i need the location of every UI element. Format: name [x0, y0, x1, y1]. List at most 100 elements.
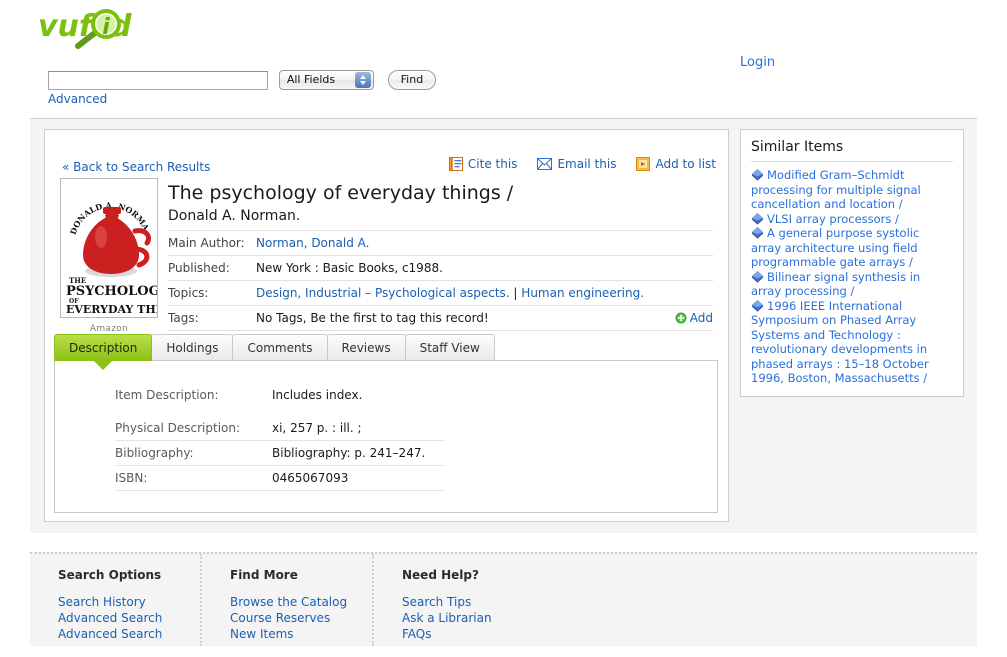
meta-label-published: Published:: [168, 255, 256, 281]
similar-items-title: Similar Items: [751, 139, 953, 162]
list-item[interactable]: VLSI array processors /: [751, 212, 953, 227]
meta-label-main-author: Main Author:: [168, 230, 256, 256]
diamond-icon: [752, 270, 763, 283]
table-row: Tags: No Tags, Be the first to tag this …: [168, 305, 713, 331]
table-row: Bibliography: Bibliography: p. 241–247.: [115, 440, 445, 466]
cite-this-label: Cite this: [467, 157, 518, 171]
svg-text:i: i: [102, 15, 110, 40]
cite-icon: [448, 157, 463, 171]
desc-value-isbn: 0465067093: [272, 465, 445, 491]
book-cover-art: DONALD A. NORMAN THE PSYCHOLOGY OF EVERY…: [61, 179, 157, 317]
vufind-logo-icon: vuf d i: [38, 9, 132, 49]
table-row: Main Author: Norman, Donald A.: [168, 230, 713, 256]
search-field-select[interactable]: All Fields: [278, 70, 374, 90]
similar-item-label: Bilinear signal synthesis in array proce…: [751, 269, 921, 299]
footer-link-advanced-search-1[interactable]: Advanced Search: [58, 610, 200, 626]
meta-value-main-author[interactable]: Norman, Donald A.: [256, 236, 369, 250]
list-item[interactable]: Modified Gram–Schmidt processing for mul…: [751, 168, 953, 212]
title-block: The psychology of everyday things / Dona…: [168, 182, 713, 226]
search-bar: All Fields Find: [48, 70, 437, 90]
table-row: Physical Description: xi, 257 p. : ill. …: [115, 416, 445, 441]
meta-value-tags: No Tags, Be the first to tag this record…: [256, 311, 489, 325]
page-footer: Search Options Search History Advanced S…: [30, 552, 977, 646]
meta-label-topics: Topics:: [168, 280, 256, 306]
footer-link-search-tips[interactable]: Search Tips: [402, 594, 546, 610]
meta-value-published: New York : Basic Books, c1988.: [256, 255, 713, 281]
similar-item-label: VLSI array processors /: [767, 211, 899, 226]
diamond-icon: [752, 299, 763, 312]
chevron-updown-icon: [354, 72, 371, 88]
email-this-button[interactable]: Email this: [537, 157, 616, 171]
similar-item-label: 1996 IEEE International Symposium on Pha…: [751, 298, 929, 386]
desc-label-bibliography: Bibliography:: [115, 440, 272, 466]
list-item[interactable]: Bilinear signal synthesis in array proce…: [751, 270, 953, 299]
desc-label-item-description: Item Description:: [115, 388, 219, 402]
desc-value-item-description: Includes index.: [272, 388, 363, 402]
similar-item-label: Modified Gram–Schmidt processing for mul…: [751, 168, 921, 211]
desc-value-physical-description: xi, 257 p. : ill. ;: [272, 416, 445, 441]
login-link[interactable]: Login: [740, 55, 775, 70]
footer-heading: Need Help?: [402, 568, 479, 582]
email-this-label: Email this: [557, 157, 617, 171]
tab-description[interactable]: Description: [54, 334, 153, 361]
add-tag-link[interactable]: Add: [690, 311, 713, 325]
footer-link-ask-a-librarian[interactable]: Ask a Librarian: [402, 610, 546, 626]
desc-label-isbn: ISBN:: [115, 465, 272, 491]
page-header: vuf d i All Fields Find Advanced Login: [0, 0, 1007, 118]
meta-label-tags: Tags:: [168, 305, 256, 331]
tab-comments[interactable]: Comments: [232, 334, 328, 361]
list-item[interactable]: A general purpose systolic array archite…: [751, 226, 953, 270]
svg-text:EVERYDAY THINGS: EVERYDAY THINGS: [66, 303, 157, 316]
table-row: Item Description: Includes index.: [115, 383, 445, 416]
advanced-search-link[interactable]: Advanced: [48, 92, 107, 106]
footer-heading: Search Options: [58, 568, 162, 582]
diamond-icon: [752, 212, 763, 225]
search-field-selected-label: All Fields: [286, 73, 336, 86]
footer-link-search-history[interactable]: Search History: [58, 594, 200, 610]
list-item[interactable]: 1996 IEEE International Symposium on Pha…: [751, 299, 953, 386]
add-to-list-icon: [636, 157, 651, 171]
find-button[interactable]: Find: [387, 70, 437, 90]
footer-link-browse-the-catalog[interactable]: Browse the Catalog: [230, 594, 372, 610]
cover-box: DONALD A. NORMAN THE PSYCHOLOGY OF EVERY…: [53, 178, 165, 334]
cover-credit: Amazon: [89, 324, 129, 334]
footer-link-faqs[interactable]: FAQs: [402, 626, 546, 642]
diamond-icon: [752, 169, 763, 181]
footer-link-advanced-search-2[interactable]: Advanced Search: [58, 626, 200, 642]
topic-link-human-engineering[interactable]: Human engineering.: [521, 286, 644, 300]
cite-this-button[interactable]: Cite this: [448, 157, 518, 171]
tab-panel-description: Item Description: Includes index. Physic…: [54, 360, 718, 513]
page-title: The psychology of everyday things /: [168, 182, 514, 204]
desc-value-bibliography: Bibliography: p. 241–247.: [272, 440, 445, 466]
topic-separator: |: [513, 286, 518, 300]
book-cover-image[interactable]: DONALD A. NORMAN THE PSYCHOLOGY OF EVERY…: [60, 178, 158, 318]
add-to-list-button[interactable]: Add to list: [636, 157, 716, 171]
footer-column-search-options: Search Options Search History Advanced S…: [30, 554, 202, 646]
footer-link-course-reserves[interactable]: Course Reserves: [230, 610, 372, 626]
footer-heading: Find More: [230, 568, 298, 582]
similar-item-label: A general purpose systolic array archite…: [751, 226, 920, 269]
record-tabs: Description Holdings Comments Reviews St…: [54, 334, 495, 361]
tab-staff-view[interactable]: Staff View: [404, 334, 495, 361]
record-metadata-table: Main Author: Norman, Donald A. Published…: [168, 230, 713, 331]
tab-holdings[interactable]: Holdings: [151, 334, 234, 361]
add-to-list-label: Add to list: [655, 157, 716, 171]
record-author-statement: Donald A. Norman.: [168, 208, 301, 224]
vufind-logo[interactable]: vuf d i: [38, 6, 158, 50]
footer-link-new-items[interactable]: New Items: [230, 626, 372, 642]
record-panel: « Back to Search Results Cite this Email…: [44, 129, 729, 522]
table-row: ISBN: 0465067093: [115, 465, 445, 491]
topic-link-design-industrial[interactable]: Design, Industrial – Psychological aspec…: [256, 286, 510, 300]
tab-reviews[interactable]: Reviews: [326, 334, 406, 361]
envelope-icon: [537, 158, 553, 170]
similar-items-panel: Similar Items Modified Gram–Schmidt proc…: [740, 129, 964, 397]
footer-column-need-help: Need Help? Search Tips Ask a Librarian F…: [374, 554, 546, 646]
description-table: Item Description: Includes index. Physic…: [115, 383, 445, 491]
search-input[interactable]: [48, 70, 268, 90]
back-to-search-results-link[interactable]: « Back to Search Results: [62, 160, 210, 174]
similar-items-list: Modified Gram–Schmidt processing for mul…: [751, 168, 953, 386]
record-toolbar: Cite this Email this Add to list: [448, 157, 716, 171]
table-row: Topics: Design, Industrial – Psychologic…: [168, 280, 713, 306]
table-row: Published: New York : Basic Books, c1988…: [168, 255, 713, 281]
add-plus-icon: [675, 312, 687, 324]
